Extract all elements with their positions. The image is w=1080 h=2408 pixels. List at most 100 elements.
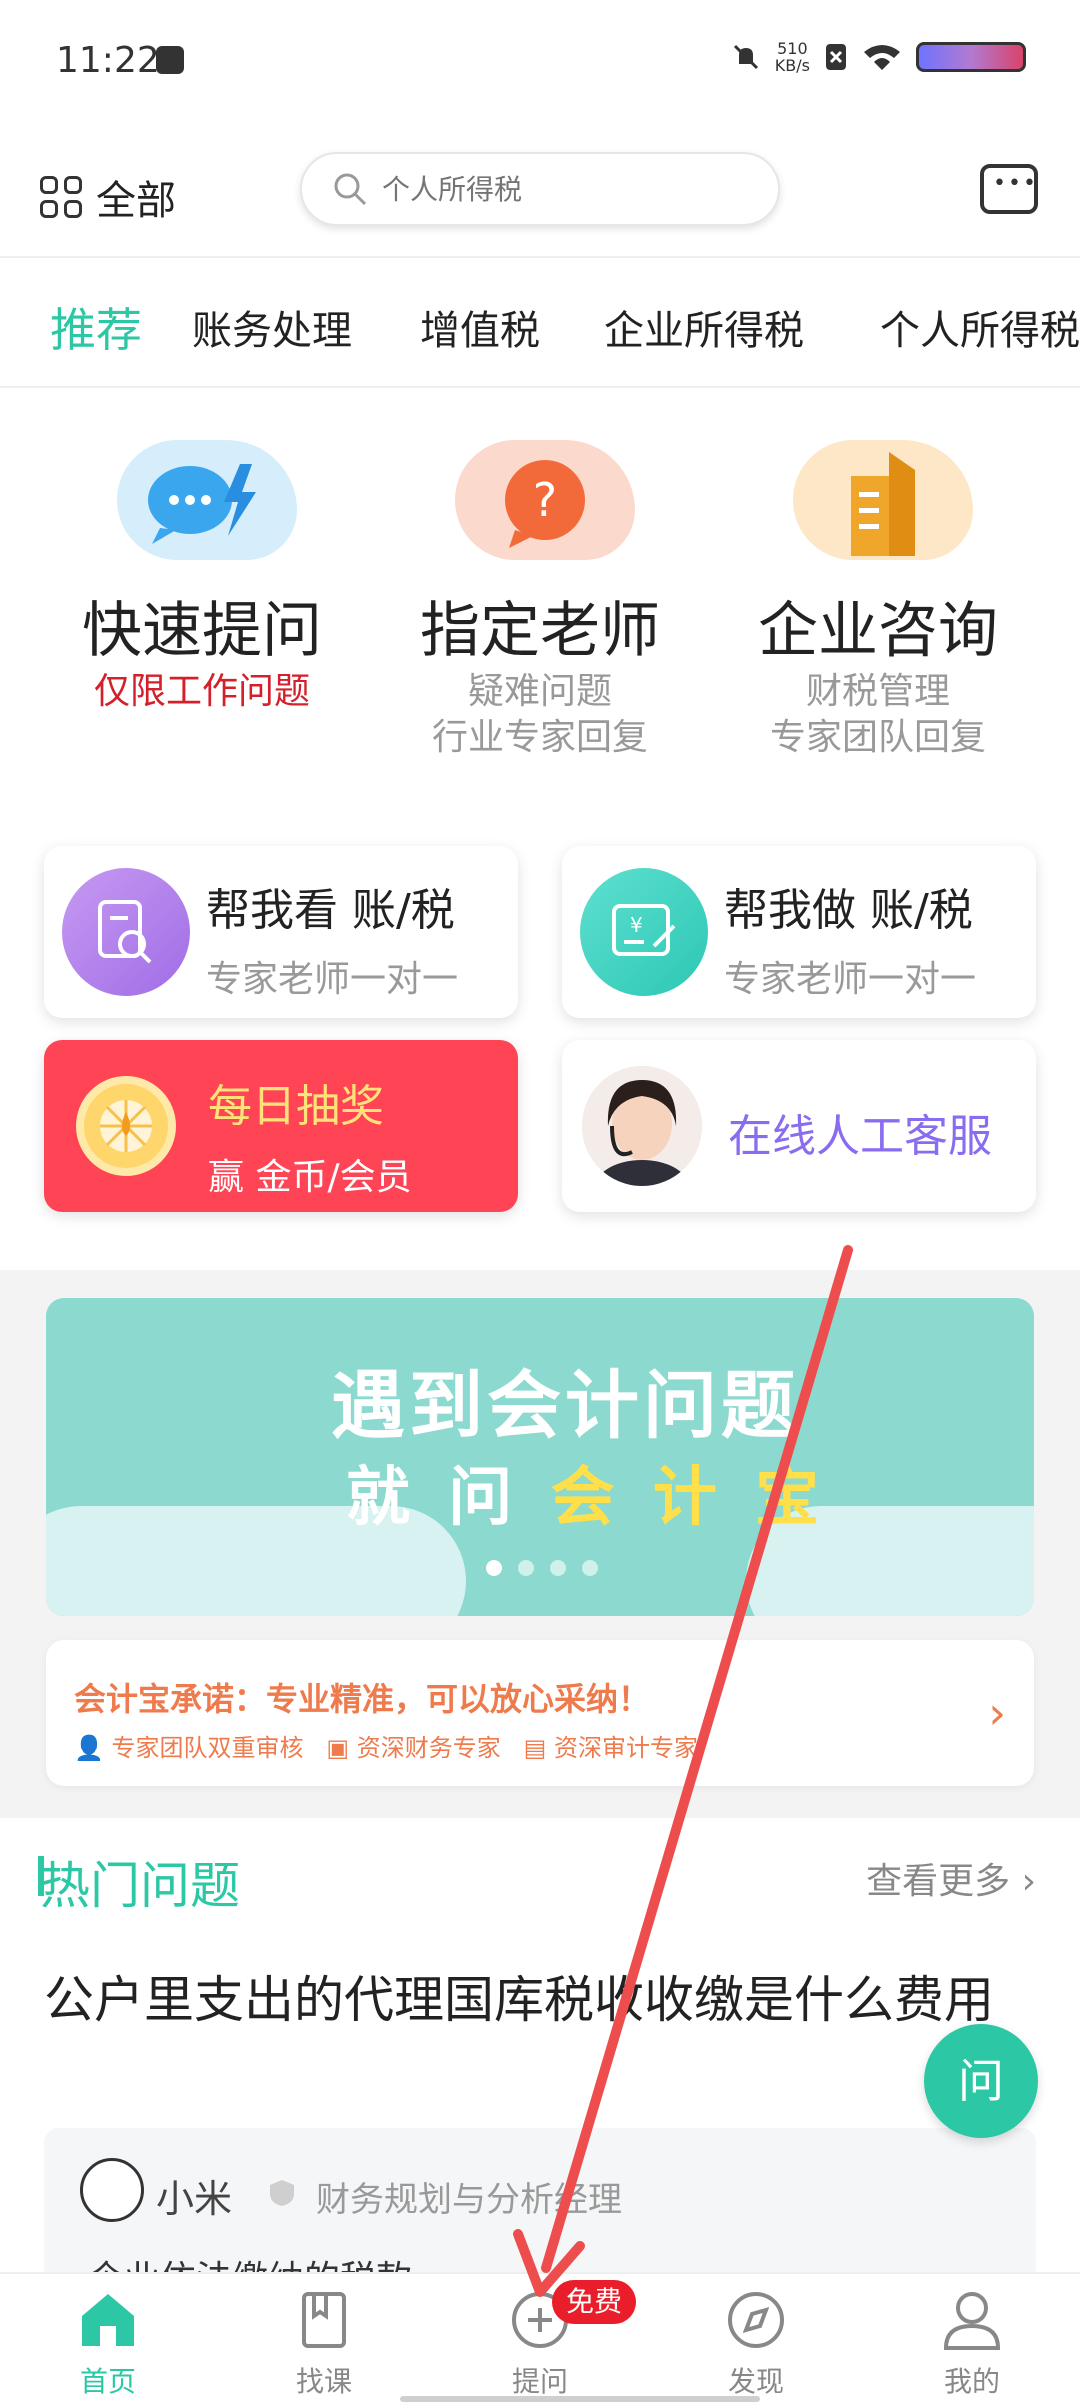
magnifier-document-icon xyxy=(62,868,190,996)
network-speed-unit: KB/s xyxy=(774,56,810,75)
invoice-pen-icon: ¥ xyxy=(580,868,708,996)
nav-discover-label: 发现 xyxy=(727,2365,784,2398)
grid-icon xyxy=(40,176,82,218)
tab-recommend[interactable]: 推荐 xyxy=(50,294,142,360)
nav-profile[interactable]: 我的 xyxy=(902,2288,1042,2400)
choose-teacher-sub2: 行业专家回复 xyxy=(431,717,648,758)
mute-icon xyxy=(733,44,758,70)
book-icon xyxy=(292,2288,356,2352)
promise-items: 👤 专家团队双重审核 ▣ 资深财务专家 ▤ 资深审计专家 xyxy=(74,1728,698,1763)
choose-teacher-button[interactable]: ? 指定老师 疑难问题 行业专家回复 xyxy=(390,430,690,761)
enterprise-consult-sub2: 专家团队回复 xyxy=(769,717,986,758)
nav-home[interactable]: 首页 xyxy=(38,2288,178,2400)
do-accounts-card[interactable]: ¥ 帮我做 账/税 专家老师一对一 xyxy=(562,846,1036,1018)
banner-dot[interactable] xyxy=(550,1560,566,1576)
banner-pagination xyxy=(486,1560,598,1576)
quick-ask-sub: 仅限工作问题 xyxy=(93,671,310,712)
building-icon xyxy=(783,430,973,570)
customer-service-card[interactable]: 在线人工客服 xyxy=(562,1040,1036,1212)
svg-text:?: ? xyxy=(533,473,557,527)
check-accounts-card[interactable]: 帮我看 账/税 专家老师一对一 xyxy=(44,846,518,1018)
enterprise-consult-button[interactable]: 企业咨询 财税管理 专家团队回复 xyxy=(728,430,1028,761)
banner-dot[interactable] xyxy=(518,1560,534,1576)
status-time: 11:22 xyxy=(56,40,160,81)
home-icon xyxy=(76,2288,140,2352)
quick-ask-title: 快速提问 xyxy=(82,596,322,666)
status-bar: 11:22 510 KB/s xyxy=(0,0,1080,128)
choose-teacher-sub1: 疑难问题 xyxy=(467,671,612,712)
gesture-bar xyxy=(400,2396,760,2402)
enterprise-consult-sub1: 财税管理 xyxy=(805,671,950,712)
question-title[interactable]: 公户里支出的代理国库税收收缴是什么费用 xyxy=(44,1968,1024,2032)
search-icon xyxy=(334,173,367,206)
promise-item: 专家团队双重审核 xyxy=(111,1734,304,1762)
tab-personal-income-tax[interactable]: 个人所得税 xyxy=(880,298,1080,356)
wifi-icon xyxy=(864,45,900,70)
daily-lottery-card[interactable]: 每日抽奖 赢 金币/会员 xyxy=(44,1040,518,1212)
battery-icon xyxy=(916,42,1026,72)
check-accounts-sub: 专家老师一对一 xyxy=(206,959,459,1000)
user-icon: 👤 xyxy=(74,1734,104,1762)
view-more-label: 查看更多 xyxy=(866,1861,1011,1902)
lottery-title: 每日抽奖 xyxy=(208,1081,384,1132)
network-speed: 510 KB/s xyxy=(775,40,810,74)
network-speed-value: 510 xyxy=(777,39,808,58)
free-badge: 免费 xyxy=(552,2280,637,2324)
message-icon[interactable] xyxy=(980,164,1038,214)
verified-shield-icon xyxy=(270,2180,294,2206)
view-more-link[interactable]: 查看更多 › xyxy=(866,1852,1036,1904)
nav-ask-label: 提问 xyxy=(511,2365,568,2398)
chevron-right-icon: › xyxy=(1021,1861,1036,1902)
banner-dot[interactable] xyxy=(582,1560,598,1576)
search-bar[interactable] xyxy=(300,152,780,226)
do-accounts-title: 帮我做 账/税 xyxy=(724,885,973,936)
nav-home-label: 首页 xyxy=(79,2365,136,2398)
badge-icon: ▣ xyxy=(326,1734,350,1762)
tab-corporate-income-tax[interactable]: 企业所得税 xyxy=(604,298,804,356)
promo-banner[interactable]: 遇到会计问题 就 问 会 计 宝 xyxy=(46,1298,1034,1616)
nav-discover[interactable]: 发现 xyxy=(686,2288,826,2400)
answerer-name: 小米 xyxy=(156,2177,233,2221)
banner-prefix: 就 问 xyxy=(346,1461,521,1535)
sim-off-icon xyxy=(826,44,846,70)
promise-item: 资深审计专家 xyxy=(553,1734,698,1762)
agent-avatar xyxy=(582,1066,702,1186)
banner-dot[interactable] xyxy=(486,1560,502,1576)
avatar xyxy=(80,2158,144,2222)
chevron-right-icon: › xyxy=(988,1688,1006,1739)
message-notification-icon xyxy=(156,46,184,74)
user-icon xyxy=(940,2288,1004,2352)
quick-ask-button[interactable]: 快速提问 仅限工作问题 xyxy=(52,430,352,715)
customer-service-title: 在线人工客服 xyxy=(728,1111,992,1162)
hot-questions-title: 热门问题 xyxy=(38,1846,240,1918)
answerer-role: 财务规划与分析经理 xyxy=(316,2180,622,2220)
status-icons: 510 KB/s xyxy=(731,40,1026,74)
bottom-navigation: 首页 找课 提问 发现 我的 xyxy=(0,2272,1080,2408)
promise-item: 资深财务专家 xyxy=(356,1734,501,1762)
check-accounts-title: 帮我看 账/税 xyxy=(206,885,455,936)
nav-courses[interactable]: 找课 xyxy=(254,2288,394,2400)
category-tabs: 推荐 账务处理 增值税 企业所得税 个人所得税 xyxy=(0,260,1080,388)
nav-courses-label: 找课 xyxy=(295,2365,352,2398)
top-bar: 全部 xyxy=(0,128,1080,258)
banner-brand: 会 计 宝 xyxy=(550,1461,828,1535)
choose-teacher-title: 指定老师 xyxy=(420,596,660,666)
question-bubble-icon: ? xyxy=(445,430,635,570)
ask-question-fab[interactable]: 问 xyxy=(924,2024,1038,2138)
tab-vat[interactable]: 增值税 xyxy=(420,298,540,356)
search-input[interactable] xyxy=(382,172,742,206)
promise-card[interactable]: 会计宝承诺：专业精准，可以放心采纳！ 👤 专家团队双重审核 ▣ 资深财务专家 ▤… xyxy=(46,1640,1034,1786)
all-categories-button[interactable]: 全部 xyxy=(40,168,176,226)
quick-actions: 快速提问 仅限工作问题 ? 指定老师 疑难问题 行业专家回复 企业咨询 财税管理… xyxy=(0,430,1080,790)
banner-headline: 遇到会计问题 xyxy=(331,1363,799,1449)
promise-title: 会计宝承诺：专业精准，可以放心采纳！ xyxy=(74,1680,651,1718)
quick-ask-icon xyxy=(107,430,297,570)
banner-subline: 就 问 会 计 宝 xyxy=(346,1446,827,1538)
doc-icon: ▤ xyxy=(523,1734,547,1762)
all-categories-label: 全部 xyxy=(96,178,176,224)
do-accounts-sub: 专家老师一对一 xyxy=(724,959,977,1000)
lottery-sub: 赢 金币/会员 xyxy=(208,1157,412,1198)
compass-icon xyxy=(724,2288,788,2352)
tab-accounting[interactable]: 账务处理 xyxy=(192,298,352,356)
nav-profile-label: 我的 xyxy=(943,2365,1000,2398)
